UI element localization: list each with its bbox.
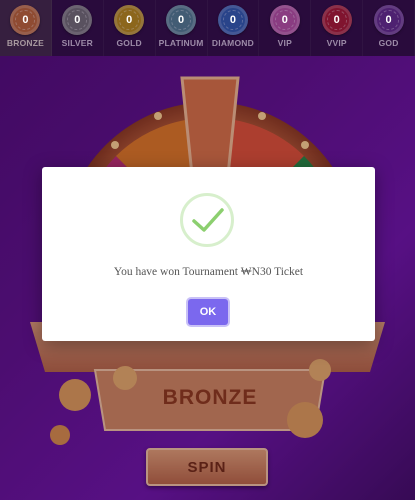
success-check-icon <box>180 193 234 247</box>
win-dialog: You have won Tournament ₩N30 Ticket OK <box>42 167 375 341</box>
ok-button[interactable]: OK <box>188 299 228 325</box>
win-message: You have won Tournament ₩N30 Ticket <box>113 266 304 278</box>
